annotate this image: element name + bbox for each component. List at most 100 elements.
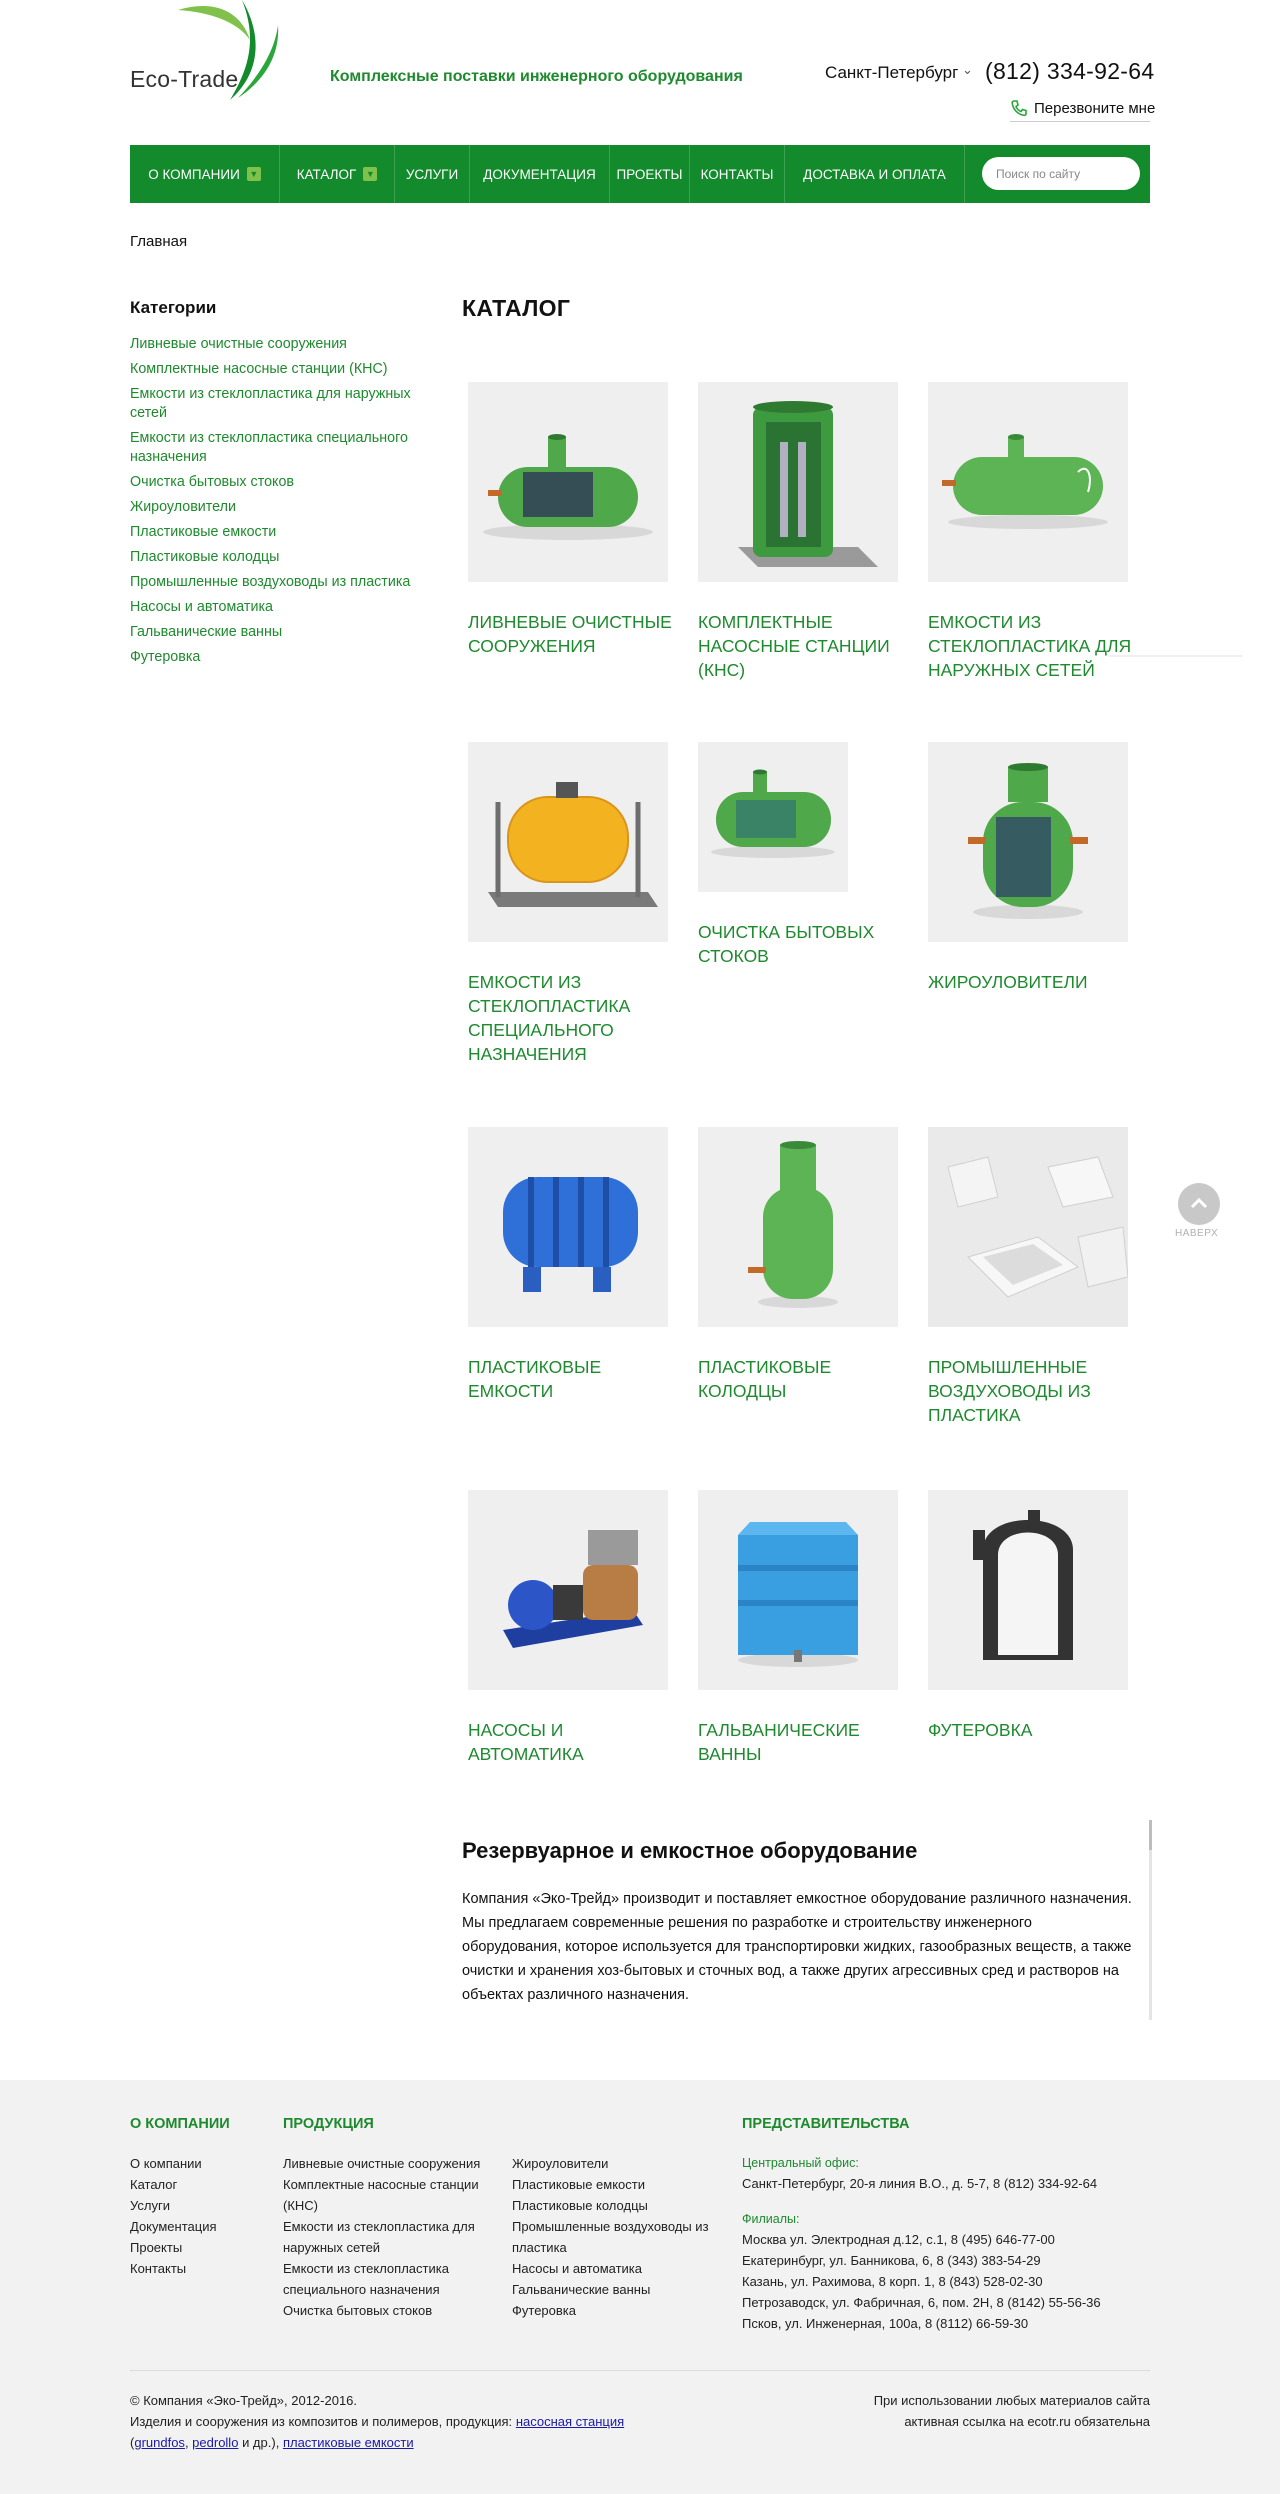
product-image[interactable] <box>468 742 668 942</box>
nav-item-docs[interactable]: Документация <box>470 145 610 203</box>
branch-address: Петрозаводск, ул. Фабричная, 6, пом. 2Н,… <box>742 2295 1101 2310</box>
about-text: Компания «Эко-Трейд» производит и постав… <box>462 1891 1132 2003</box>
breadcrumb[interactable]: Главная <box>130 233 187 250</box>
catalog-card-label[interactable]: Гальванические ванны <box>698 1718 913 1766</box>
product-image[interactable] <box>698 1127 898 1327</box>
sidebar-item-galvanic-baths[interactable]: Гальванические ванны <box>130 623 430 642</box>
footer-central-address: Санкт-Петербург, 20-я линия В.О., д. 5-7… <box>742 2176 1098 2191</box>
product-image[interactable] <box>928 1127 1128 1327</box>
footer-products-title[interactable]: Продукция <box>283 2116 374 2132</box>
pedrollo-link[interactable]: pedrollo <box>192 2435 238 2450</box>
catalog-card-label[interactable]: Промышленные воздуховоды из пластика <box>928 1355 1143 1427</box>
footer-company-links: О компании Каталог Услуги Документация П… <box>130 2153 217 2279</box>
sidebar-item-storm-treatment[interactable]: Ливневые очистные сооружения <box>130 335 430 354</box>
footer-link[interactable]: Футеровка <box>512 2300 712 2321</box>
footer-link[interactable]: Контакты <box>130 2258 217 2279</box>
branch-address: Псков, ул. Инженерная, 100а, 8 (8112) 66… <box>742 2316 1029 2331</box>
catalog-card-label[interactable]: Пластиковые колодцы <box>698 1355 913 1403</box>
footer-link[interactable]: Комплектные насосные станции (КНС) <box>283 2174 511 2216</box>
catalog-card-label[interactable]: Насосы и автоматика <box>468 1718 683 1766</box>
grundfos-link[interactable]: grundfos <box>134 2435 185 2450</box>
text-scrollbar-thumb[interactable] <box>1149 1820 1152 1850</box>
footer-offices-title[interactable]: Представительства <box>742 2116 909 2132</box>
footer-products-col2: Жироуловители Пластиковые емкости Пласти… <box>512 2153 712 2321</box>
plastic-tanks-link[interactable]: пластиковые емкости <box>283 2435 414 2450</box>
product-image[interactable] <box>698 742 848 892</box>
catalog-card-label[interactable]: Ливневые очистные сооружения <box>468 610 683 658</box>
header-phone[interactable]: (812) 334-92-64 <box>985 58 1154 85</box>
pump-station-link[interactable]: насосная станция <box>516 2414 624 2429</box>
nav-item-contacts[interactable]: Контакты <box>690 145 785 203</box>
sidebar-categories: Ливневые очистные сооружения Комплектные… <box>130 335 430 673</box>
nav-item-label: Доставка и оплата <box>803 166 946 182</box>
main-nav: О компании ▼ Каталог ▼ Услуги Документация… <box>130 145 1150 203</box>
nav-item-label: Проекты <box>616 166 683 182</box>
branch-address: Казань, ул. Рахимова, 8 корп. 1, 8 (843)… <box>742 2274 1043 2289</box>
catalog-card-label[interactable]: Пластиковые емкости <box>468 1355 683 1403</box>
footer-link[interactable]: Каталог <box>130 2174 217 2195</box>
back-to-top-button[interactable] <box>1178 1183 1220 1225</box>
footer-link[interactable]: Пластиковые емкости <box>512 2174 712 2195</box>
product-image[interactable] <box>928 382 1128 582</box>
nav-item-catalog[interactable]: Каталог ▼ <box>280 145 395 203</box>
sidebar-item-plastic-wells[interactable]: Пластиковые колодцы <box>130 548 430 567</box>
footer-link[interactable]: Проекты <box>130 2237 217 2258</box>
product-image[interactable] <box>928 1490 1128 1690</box>
footer-link[interactable]: Промышленные воздуховоды из пластика <box>512 2216 712 2258</box>
page-title: КАТАЛОГ <box>462 295 571 321</box>
galvanic-bath-image <box>698 1490 898 1690</box>
sidebar-item-grease-traps[interactable]: Жироуловители <box>130 498 430 517</box>
sidebar-item-pumps[interactable]: Насосы и автоматика <box>130 598 430 617</box>
footer-link[interactable]: О компании <box>130 2153 217 2174</box>
footer-link[interactable]: Ливневые очистные сооружения <box>283 2153 511 2174</box>
yellow-tank-image <box>468 742 668 942</box>
product-image[interactable] <box>698 382 898 582</box>
callback-link[interactable]: Перезвоните мне <box>1034 100 1155 117</box>
footer-link[interactable]: Гальванические ванны <box>512 2279 712 2300</box>
catalog-card-label[interactable]: Очистка бытовых стоков <box>698 920 913 968</box>
logo[interactable]: Eco-Trade <box>130 0 280 105</box>
catalog-card-label[interactable]: Емкости из стеклопластика для наружных с… <box>928 610 1143 682</box>
sidebar-item-fiberglass-special[interactable]: Емкости из стеклопластика специального н… <box>130 429 430 467</box>
search-input[interactable] <box>982 157 1140 190</box>
footer-link[interactable]: Насосы и автоматика <box>512 2258 712 2279</box>
text-scrollbar-track[interactable] <box>1149 1820 1152 2020</box>
nav-item-label: О компании <box>148 166 240 182</box>
chevron-down-icon[interactable]: ⌄ <box>962 63 973 78</box>
footer-link[interactable]: Жироуловители <box>512 2153 712 2174</box>
product-image[interactable] <box>468 1490 668 1690</box>
product-image[interactable] <box>468 382 668 582</box>
footer-link[interactable]: Пластиковые колодцы <box>512 2195 712 2216</box>
sidebar-item-domestic-sewage[interactable]: Очистка бытовых стоков <box>130 473 430 492</box>
footer-link[interactable]: Емкости из стеклопластика для наружных с… <box>283 2216 511 2258</box>
sidebar-item-air-ducts[interactable]: Промышленные воздуховоды из пластика <box>130 573 430 592</box>
footer-link[interactable]: Очистка бытовых стоков <box>283 2300 511 2321</box>
nav-item-delivery[interactable]: Доставка и оплата <box>785 145 965 203</box>
footer-link[interactable]: Услуги <box>130 2195 217 2216</box>
nav-item-about[interactable]: О компании ▼ <box>130 145 280 203</box>
catalog-card-label[interactable]: Жироуловители <box>928 970 1143 994</box>
nav-item-projects[interactable]: Проекты <box>610 145 690 203</box>
catalog-card-label[interactable]: Комплектные насосные станции (КНС) <box>698 610 913 682</box>
sidebar-item-lining[interactable]: Футеровка <box>130 648 430 667</box>
sidebar-item-fiberglass-outdoor[interactable]: Емкости из стеклопластика для наружных с… <box>130 385 430 423</box>
footer-notice: При использовании любых материалов сайта… <box>760 2390 1150 2432</box>
footer-link[interactable]: Документация <box>130 2216 217 2237</box>
callback-underline <box>1010 121 1150 122</box>
footer-link[interactable]: Емкости из стеклопластика специального н… <box>283 2258 511 2300</box>
sidebar-item-pump-stations[interactable]: Комплектные насосные станции (КНС) <box>130 360 430 379</box>
phone-icon[interactable] <box>1010 99 1028 117</box>
product-image[interactable] <box>468 1127 668 1327</box>
footer-company-title[interactable]: О компании <box>130 2116 230 2132</box>
catalog-card-label[interactable]: Футеровка <box>928 1718 1143 1742</box>
catalog-card-label[interactable]: Емкости из стеклопластика специального н… <box>468 970 683 1066</box>
back-to-top-label[interactable]: НАВЕРХ <box>1175 1228 1218 1239</box>
footer-products-col1: Ливневые очистные сооружения Комплектные… <box>283 2153 511 2321</box>
product-image[interactable] <box>928 742 1128 942</box>
sidebar-item-plastic-tanks[interactable]: Пластиковые емкости <box>130 523 430 542</box>
footer-copyright: © Компания «Эко-Трейд», 2012-2016. Издел… <box>130 2390 690 2453</box>
chevron-up-icon <box>1190 1197 1208 1209</box>
nav-item-services[interactable]: Услуги <box>395 145 470 203</box>
city-selector[interactable]: Санкт-Петербург <box>825 63 958 83</box>
product-image[interactable] <box>698 1490 898 1690</box>
